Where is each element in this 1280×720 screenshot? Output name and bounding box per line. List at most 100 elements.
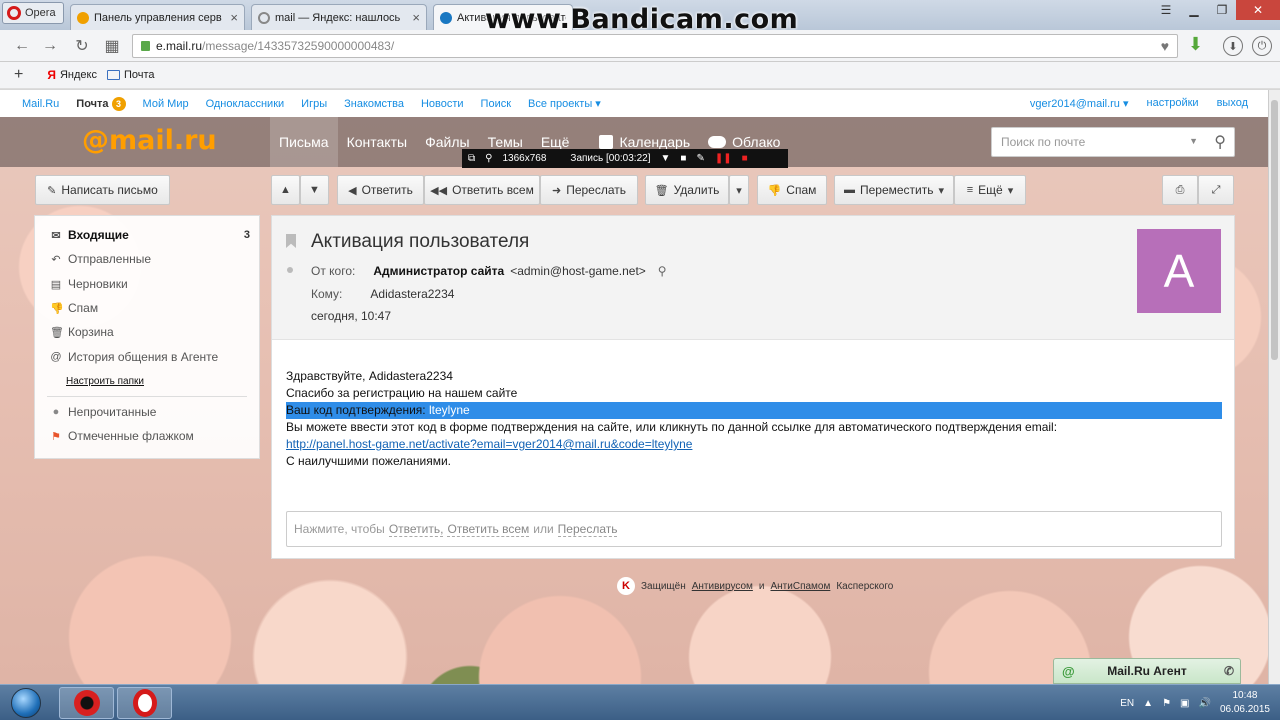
- quick-forward-link[interactable]: Переслать: [557, 522, 618, 537]
- quick-reply-all-link[interactable]: Ответить всем: [447, 522, 530, 537]
- chevron-up-icon[interactable]: ▲: [1143, 698, 1153, 709]
- pause-icon[interactable]: ❚❚: [715, 153, 732, 164]
- start-button[interactable]: [4, 687, 48, 719]
- move-button[interactable]: ▬ Переместить ▾: [834, 175, 954, 205]
- configure-folders-link[interactable]: Настроить папки: [66, 376, 144, 387]
- opera-menu-button[interactable]: Opera: [2, 2, 64, 24]
- close-tab-icon[interactable]: ×: [412, 10, 420, 25]
- volume-icon[interactable]: 🔊: [1198, 698, 1210, 709]
- sender-email[interactable]: <admin@host-game.net>: [510, 264, 646, 278]
- bookmark-yandex[interactable]: Я Яндекс: [47, 68, 97, 82]
- portal-link-mailru[interactable]: Mail.Ru: [22, 98, 59, 110]
- activation-link[interactable]: http://panel.host-game.net/activate?emai…: [286, 437, 692, 451]
- download-icon[interactable]: ⬇: [1188, 34, 1203, 55]
- reply-button[interactable]: ◀ Ответить: [337, 175, 424, 205]
- portal-link-news[interactable]: Новости: [421, 98, 464, 110]
- spam-button[interactable]: 👎 Спам: [757, 175, 827, 205]
- record-dropdown-icon[interactable]: ▼: [660, 153, 670, 164]
- network-icon[interactable]: ▣: [1180, 698, 1189, 709]
- add-bookmark-icon[interactable]: +: [14, 66, 23, 84]
- close-window-icon[interactable]: ✕: [1236, 0, 1280, 20]
- scroll-thumb[interactable]: [1271, 100, 1278, 360]
- reload-icon[interactable]: ↻: [72, 36, 92, 56]
- delete-button[interactable]: 🗑 Удалить: [645, 175, 729, 205]
- loading-icon: [258, 11, 270, 24]
- taskbar-opera[interactable]: [117, 687, 172, 719]
- compose-button[interactable]: ✎ Написать письмо: [35, 175, 170, 205]
- folder-sent[interactable]: ↶ Отправленные: [50, 249, 250, 269]
- antispam-link[interactable]: АнтиСпамом: [770, 581, 830, 592]
- confirmation-code[interactable]: lteylyne: [429, 403, 470, 417]
- browser-tab-yandex[interactable]: mail — Яндекс: нашлось ×: [251, 4, 427, 30]
- chevron-down-icon[interactable]: ▼: [1189, 136, 1198, 146]
- quick-reply-link[interactable]: Ответить,: [388, 522, 444, 537]
- reply-all-button[interactable]: ◀◀ Ответить всем: [424, 175, 540, 205]
- back-icon[interactable]: ←: [12, 36, 32, 56]
- quick-reply-box[interactable]: Нажмите, чтобы Ответить, Ответить всем и…: [286, 511, 1222, 547]
- windows-taskbar: EN ▲ ⚑ ▣ 🔊 10:48 06.06.2015: [0, 684, 1280, 720]
- body-greeting: Здравствуйте, Adidastera2234: [286, 369, 453, 383]
- portal-link-pochta[interactable]: Почта 3: [76, 96, 126, 111]
- portal-link-ok[interactable]: Одноклассники: [206, 98, 285, 110]
- page-scrollbar[interactable]: [1268, 90, 1280, 684]
- pencil-icon[interactable]: ✎: [696, 153, 704, 164]
- settings-link[interactable]: настройки: [1147, 97, 1199, 110]
- heart-icon[interactable]: ♥: [1161, 38, 1169, 54]
- unread-dot-icon[interactable]: [287, 267, 293, 273]
- window-mode-icon[interactable]: ⧉: [468, 153, 475, 164]
- delete-dropdown-button[interactable]: ▾: [729, 175, 749, 205]
- folder-trash[interactable]: 🗑 Корзина: [50, 322, 250, 342]
- mail-search-input[interactable]: Поиск по почте ▼ ⚲: [991, 127, 1235, 157]
- search-icon[interactable]: ⚲: [658, 264, 667, 278]
- folder-spam[interactable]: 👎 Спам: [50, 298, 250, 318]
- language-indicator[interactable]: EN: [1120, 698, 1134, 709]
- folder-agent-history[interactable]: @ История общения в Агенте: [50, 347, 250, 367]
- restore-icon[interactable]: ❐: [1208, 0, 1236, 20]
- nav-contacts[interactable]: Контакты: [338, 117, 416, 167]
- camera-icon[interactable]: ■: [680, 153, 686, 164]
- minimize-icon[interactable]: ▁: [1180, 0, 1208, 20]
- downloads-icon[interactable]: ⬇: [1223, 36, 1243, 56]
- bookmark-pochta[interactable]: Почта: [106, 69, 155, 81]
- speed-dial-icon[interactable]: ▦: [102, 36, 122, 56]
- logout-link[interactable]: выход: [1217, 97, 1248, 110]
- clock-time: 10:48: [1232, 690, 1258, 701]
- filter-flagged[interactable]: ⚑ Отмеченные флажком: [50, 426, 250, 446]
- print-button[interactable]: ⎙: [1162, 175, 1198, 205]
- more-button[interactable]: ≡ Ещё ▾: [954, 175, 1026, 205]
- url-field[interactable]: e.mail.ru/message/14335732590000000483/ …: [132, 34, 1178, 58]
- phone-icon[interactable]: ✆: [1224, 664, 1234, 678]
- clock[interactable]: 10:48 06.06.2015: [1220, 689, 1270, 717]
- prev-message-button[interactable]: ▲: [271, 175, 300, 205]
- next-message-button[interactable]: ▼: [300, 175, 329, 205]
- power-icon[interactable]: ⏻: [1252, 36, 1272, 56]
- portal-link-moimir[interactable]: Мой Мир: [143, 98, 189, 110]
- portal-link-games[interactable]: Игры: [301, 98, 327, 110]
- bookmark-flag-icon[interactable]: [286, 234, 296, 248]
- filter-unread[interactable]: ● Непрочитанные: [50, 402, 250, 422]
- recipient[interactable]: Adidastera2234: [370, 287, 454, 301]
- search-icon[interactable]: ⚲: [1214, 132, 1226, 152]
- sender-name[interactable]: Администратор сайта: [373, 264, 504, 278]
- forward-icon[interactable]: →: [40, 36, 60, 56]
- browser-tab-control-panel[interactable]: Панель управления серв ×: [70, 4, 245, 30]
- folder-drafts[interactable]: ▤ Черновики: [50, 274, 250, 294]
- taskbar-bandicam[interactable]: [59, 687, 114, 719]
- unread-badge: 3: [111, 96, 126, 111]
- portal-link-all-projects[interactable]: Все проекты ▾: [528, 97, 601, 110]
- fullscreen-button[interactable]: ⤢: [1198, 175, 1234, 205]
- portal-link-search[interactable]: Поиск: [481, 98, 511, 110]
- forward-button[interactable]: ➜ Переслать: [540, 175, 638, 205]
- antivirus-link[interactable]: Антивирусом: [692, 581, 753, 592]
- portal-link-dating[interactable]: Знакомства: [344, 98, 404, 110]
- stop-icon[interactable]: ■: [742, 153, 748, 164]
- folder-inbox[interactable]: ✉ Входящие 3: [50, 225, 250, 245]
- mailru-agent-bar[interactable]: @ Mail.Ru Агент ✆: [1053, 658, 1241, 684]
- tab-list-icon[interactable]: ☰: [1152, 0, 1180, 20]
- flag-icon[interactable]: ⚑: [1162, 698, 1171, 709]
- record-status: Запись [00:03:22]: [570, 153, 651, 164]
- nav-letters[interactable]: Письма: [270, 117, 338, 167]
- close-tab-icon[interactable]: ×: [230, 10, 238, 25]
- mailru-logo[interactable]: @mail.ru: [82, 125, 217, 156]
- user-menu[interactable]: vger2014@mail.ru ▾: [1030, 97, 1129, 110]
